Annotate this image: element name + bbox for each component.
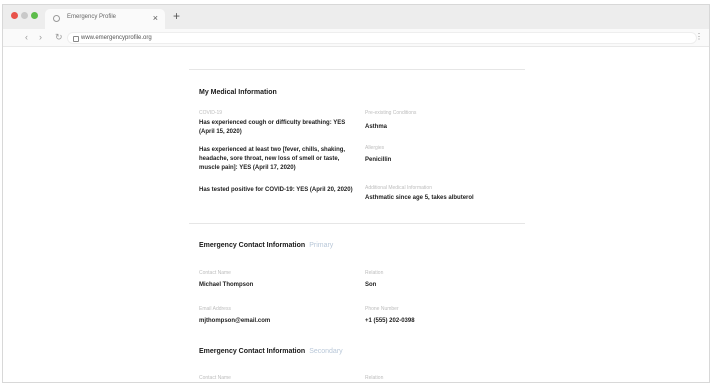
covid-item: Has experienced at least two [fever, chi… <box>199 147 346 171</box>
divider <box>189 223 525 224</box>
email-label: Email Address <box>199 306 231 312</box>
menu-icon[interactable]: ⋮ <box>695 32 703 42</box>
phone-label: Phone Number <box>365 306 399 312</box>
url-text: www.emergencyprofile.org <box>81 35 152 41</box>
maximize-window-button[interactable] <box>31 12 38 19</box>
additional-info-label: Additional Medical Information <box>365 185 432 191</box>
covid-item: Has tested positive for COVID-19: YES (A… <box>199 187 353 193</box>
phone-value: +1 (555) 202-0398 <box>365 318 415 324</box>
tab-bar: Emergency Profile × + <box>3 5 709 29</box>
contact-name-label: Contact Name <box>199 375 231 381</box>
relation-value: Son <box>365 282 377 288</box>
covid-label: COVID-19 <box>199 110 223 116</box>
contact-title-text: Emergency Contact Information <box>199 242 306 249</box>
medical-section-title: My Medical Information <box>199 89 277 96</box>
email-value: mjthompson@email.com <box>199 318 271 324</box>
address-bar: ‹ › ↻ www.emergencyprofile.org ⋮ <box>3 29 709 47</box>
reload-icon[interactable]: ↻ <box>55 31 63 43</box>
allergies-value: Penicillin <box>365 157 392 163</box>
minimize-window-button[interactable] <box>21 12 28 19</box>
contact-name-value: Michael Thompson <box>199 282 254 288</box>
relation-label: Relation <box>365 270 384 276</box>
contact-title-text: Emergency Contact Information <box>199 348 306 355</box>
tab-title: Emergency Profile <box>67 14 117 20</box>
forward-icon[interactable]: › <box>39 31 42 43</box>
relation-label: Relation <box>365 375 384 381</box>
contact-section-title: Emergency Contact Information Primary <box>199 242 333 249</box>
back-icon[interactable]: ‹ <box>25 31 28 43</box>
contact-section-title: Emergency Contact Information Secondary <box>199 348 343 355</box>
conditions-label: Pre-existing Conditions <box>365 110 417 116</box>
globe-icon <box>53 15 60 22</box>
new-tab-button[interactable]: + <box>173 9 180 23</box>
browser-window: Emergency Profile × + ‹ › ↻ www.emergenc… <box>2 4 710 383</box>
close-window-button[interactable] <box>11 12 18 19</box>
additional-info-value: Asthmatic since age 5, takes albuterol <box>365 195 474 201</box>
allergies-label: Allergies <box>365 145 385 151</box>
contact-name-label: Contact Name <box>199 270 231 276</box>
covid-item: Has experienced cough or difficulty brea… <box>199 120 346 135</box>
divider <box>189 69 525 70</box>
lock-icon <box>73 36 79 42</box>
primary-contact-link[interactable]: Primary <box>309 242 333 249</box>
conditions-value: Asthma <box>365 124 388 130</box>
page-content: My Medical Information COVID-19 Has expe… <box>3 47 709 382</box>
secondary-contact-link[interactable]: Secondary <box>309 348 342 355</box>
url-input[interactable]: www.emergencyprofile.org <box>67 32 697 44</box>
tab-close-icon[interactable]: × <box>153 12 158 24</box>
browser-tab[interactable]: Emergency Profile × <box>45 9 165 29</box>
